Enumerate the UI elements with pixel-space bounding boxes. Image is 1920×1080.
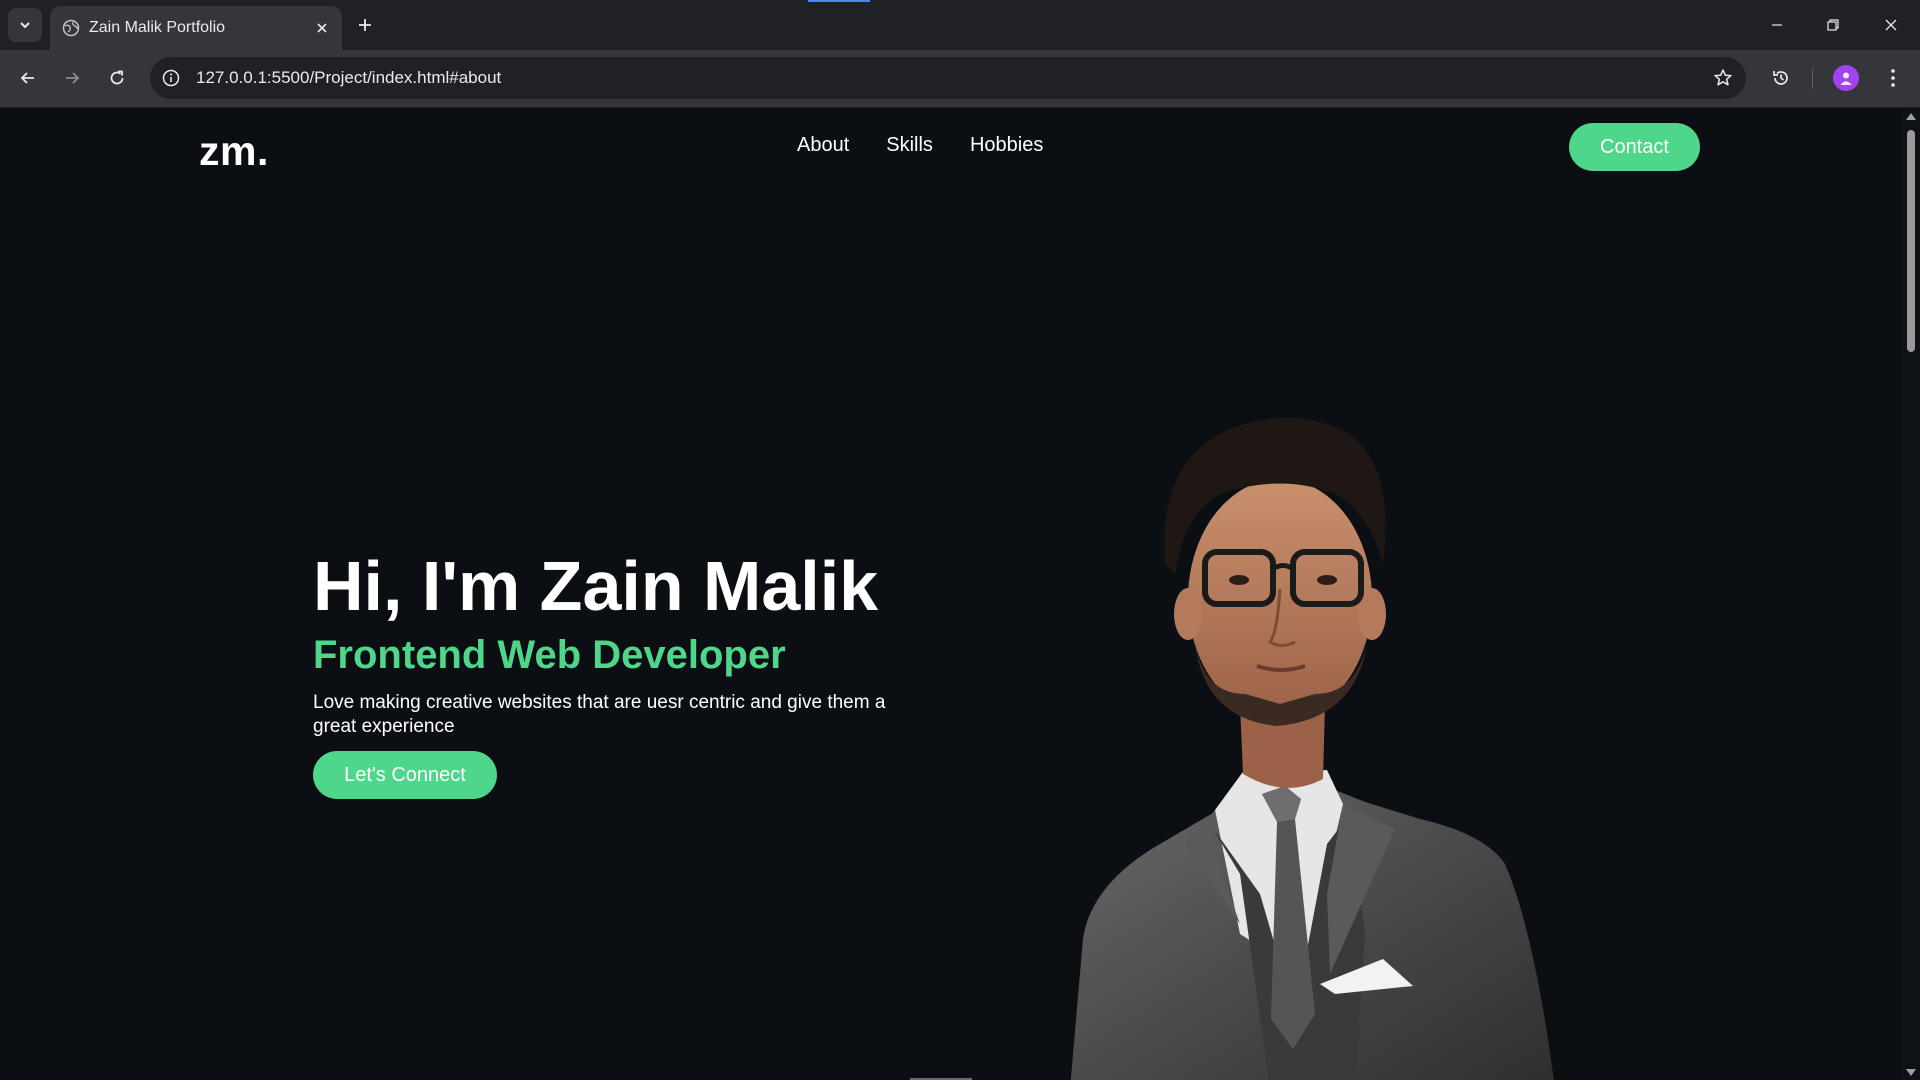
nav-link-about[interactable]: About xyxy=(797,134,849,157)
profile-photo xyxy=(1070,417,1554,1080)
kebab-menu-icon xyxy=(1891,69,1895,87)
scroll-down-arrow-icon[interactable] xyxy=(1906,1069,1916,1076)
scroll-up-arrow-icon[interactable] xyxy=(1906,113,1916,120)
tab-title: Zain Malik Portfolio xyxy=(89,19,226,36)
address-bar[interactable]: 127.0.0.1:5500/Project/index.html#about xyxy=(150,57,1746,99)
scroll-thumb[interactable] xyxy=(1907,130,1915,352)
star-icon xyxy=(1714,69,1732,86)
restore-icon xyxy=(1827,19,1839,31)
plus-icon xyxy=(359,19,371,31)
restore-button[interactable] xyxy=(1818,10,1848,40)
chevron-down-icon xyxy=(20,22,30,29)
browser-menu-button[interactable] xyxy=(1878,63,1908,93)
close-icon xyxy=(317,23,327,33)
tab-close-button[interactable] xyxy=(312,18,332,38)
arrow-left-icon xyxy=(20,72,34,84)
history-button[interactable] xyxy=(1766,63,1796,93)
tab-loading-indicator xyxy=(808,0,870,2)
close-window-button[interactable] xyxy=(1876,10,1906,40)
site-logo[interactable]: zm. xyxy=(199,128,269,175)
new-tab-button[interactable] xyxy=(352,12,378,38)
page-scrollbar[interactable] xyxy=(1902,109,1920,1080)
hero-role: Frontend Web Developer xyxy=(313,633,786,677)
avatar-icon xyxy=(1840,72,1852,85)
arrow-right-icon xyxy=(66,72,80,84)
globe-icon xyxy=(62,19,80,37)
active-tab[interactable]: Zain Malik Portfolio xyxy=(50,6,342,50)
minimize-button[interactable] xyxy=(1762,10,1792,40)
toolbar-separator xyxy=(1812,69,1813,89)
page-viewport: zm. About Skills Hobbies Contact Hi, I'm… xyxy=(0,109,1920,1080)
reload-button[interactable] xyxy=(101,62,133,94)
reload-icon xyxy=(110,70,124,85)
lets-connect-button[interactable]: Let's Connect xyxy=(313,751,497,799)
contact-button[interactable]: Contact xyxy=(1569,123,1700,171)
history-icon xyxy=(1773,71,1788,85)
close-icon xyxy=(1885,19,1897,31)
nav-link-hobbies[interactable]: Hobbies xyxy=(970,134,1043,157)
browser-toolbar: 127.0.0.1:5500/Project/index.html#about xyxy=(0,50,1920,108)
site-nav: About Skills Hobbies xyxy=(797,134,1043,157)
profile-button[interactable] xyxy=(1833,65,1859,91)
hero-description: Love making creative websites that are u… xyxy=(313,692,886,737)
url-text[interactable]: 127.0.0.1:5500/Project/index.html#about xyxy=(196,68,501,88)
forward-button[interactable] xyxy=(56,62,88,94)
info-icon xyxy=(162,69,180,87)
bookmark-button[interactable] xyxy=(1712,67,1734,89)
hero-title: Hi, I'm Zain Malik xyxy=(313,547,879,625)
tab-search-button[interactable] xyxy=(8,8,42,42)
site-info-button[interactable] xyxy=(160,67,182,89)
minimize-icon xyxy=(1772,24,1782,26)
tab-strip: Zain Malik Portfolio xyxy=(0,0,1920,50)
back-button[interactable] xyxy=(12,62,44,94)
nav-link-skills[interactable]: Skills xyxy=(886,134,933,157)
